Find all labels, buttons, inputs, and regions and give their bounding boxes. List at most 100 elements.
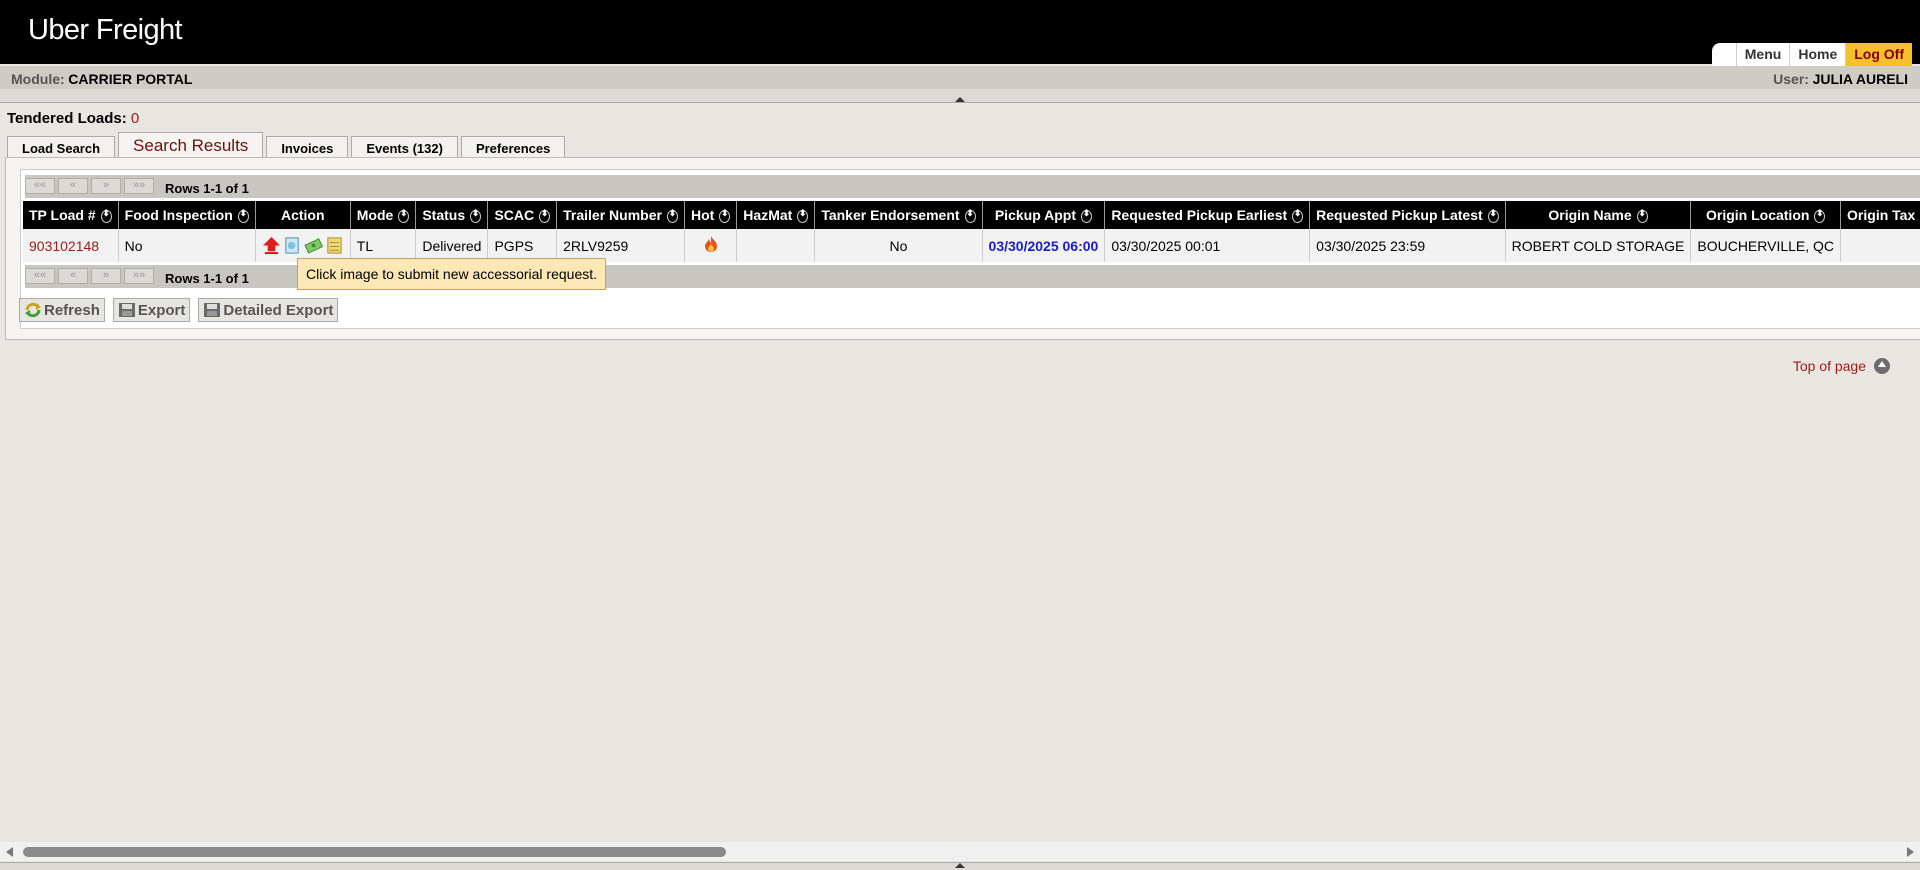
sort-icon[interactable]: ⬍ (539, 208, 551, 223)
module-label: Module: (11, 71, 65, 87)
top-of-page-label[interactable]: Top of page (1793, 358, 1866, 374)
sort-icon[interactable]: ⬍ (797, 208, 809, 223)
tendered-loads: Tendered Loads: 0 (7, 110, 139, 127)
sort-icon[interactable]: ⬍ (237, 208, 249, 223)
sort-icon[interactable]: ⬍ (666, 208, 678, 223)
hazmat-cell (736, 229, 816, 262)
sort-icon[interactable]: ⬍ (398, 208, 410, 223)
user-value: JULIA AURELI (1812, 71, 1908, 87)
top-of-page-link[interactable]: Top of page (1793, 358, 1890, 374)
money-icon[interactable] (304, 236, 323, 255)
export-button[interactable]: Export (112, 298, 191, 322)
sort-icon[interactable]: ⬍ (1081, 208, 1092, 223)
refresh-label: Refresh (44, 301, 100, 319)
accessorial-tooltip: Click image to submit new accessorial re… (297, 258, 607, 290)
table-header-row: TP Load # ⬍ Food Inspection ⬍ Action Mode ⬍… (23, 201, 1920, 229)
col-tp-load[interactable]: TP Load # ⬍ (23, 201, 119, 229)
save-disk-icon (204, 303, 221, 317)
export-label: Export (137, 301, 186, 319)
col-mode[interactable]: Mode ⬍ (350, 201, 417, 229)
req-earliest-cell: 03/30/2025 00:01 (1104, 229, 1311, 262)
collapse-up-icon[interactable] (955, 863, 965, 868)
col-tanker-endorsement[interactable]: Tanker Endorsement ⬍ (814, 201, 983, 229)
tanker-cell: No (814, 229, 983, 262)
col-hazmat[interactable]: HazMat ⬍ (736, 201, 816, 229)
home-link[interactable]: Home (1789, 43, 1845, 66)
first-page-button[interactable]: «« (25, 178, 55, 194)
tendered-count[interactable]: 0 (131, 110, 139, 127)
rows-count: Rows 1-1 of 1 (165, 181, 249, 196)
col-action: Action (255, 201, 351, 229)
pickup-appt-cell[interactable]: 03/30/2025 06:00 (982, 229, 1106, 262)
refresh-button[interactable]: Refresh (19, 298, 105, 322)
req-latest-cell: 03/30/2025 23:59 (1309, 229, 1506, 262)
col-origin-location[interactable]: Origin Location ⬍ (1690, 201, 1842, 229)
col-req-pickup-earliest[interactable]: Requested Pickup Earliest ⬍ (1104, 201, 1311, 229)
tab-events[interactable]: Events (132) (351, 136, 458, 159)
sort-icon[interactable]: ⬍ (719, 208, 731, 223)
col-scac[interactable]: SCAC ⬍ (487, 201, 558, 229)
tab-preferences[interactable]: Preferences (460, 136, 566, 159)
arrow-up-circle-icon[interactable] (1874, 358, 1890, 374)
sort-icon[interactable]: ⬍ (1487, 208, 1499, 223)
module-value: CARRIER PORTAL (68, 71, 193, 87)
next-page-button[interactable]: » (91, 268, 121, 284)
tab-load-search[interactable]: Load Search (7, 136, 116, 159)
hot-cell (684, 229, 738, 262)
sort-icon[interactable]: ⬍ (1292, 208, 1304, 223)
first-page-button[interactable]: «« (25, 268, 55, 284)
rows-count: Rows 1-1 of 1 (165, 271, 249, 286)
scroll-left-icon[interactable] (6, 847, 13, 857)
results-table: TP Load # ⬍ Food Inspection ⬍ Action Mode ⬍… (23, 201, 1920, 262)
origin-name-cell: ROBERT COLD STORAGE (1505, 229, 1692, 262)
top-bar: Uber Freight Menu Home Log Off (0, 0, 1920, 66)
tab-invoices[interactable]: Invoices (266, 136, 349, 159)
sort-icon[interactable]: ⬍ (964, 208, 976, 223)
pager-top: «« « » »» Rows 1-1 of 1 (25, 175, 1920, 198)
refresh-icon (25, 302, 41, 318)
col-trailer-number[interactable]: Trailer Number ⬍ (556, 201, 685, 229)
sort-icon[interactable]: ⬍ (100, 208, 112, 223)
next-page-button[interactable]: » (91, 178, 121, 194)
upload-arrow-icon[interactable] (262, 236, 281, 255)
detailed-export-button[interactable]: Detailed Export (198, 298, 339, 322)
notes-icon[interactable] (325, 236, 344, 255)
col-req-pickup-latest[interactable]: Requested Pickup Latest ⬍ (1309, 201, 1506, 229)
module-info: Module: CARRIER PORTAL (11, 71, 192, 87)
prev-page-button[interactable]: « (58, 178, 88, 194)
scrollbar-thumb[interactable] (23, 847, 726, 857)
horizontal-scrollbar[interactable] (0, 842, 1920, 861)
last-page-button[interactable]: »» (124, 178, 154, 194)
sort-icon[interactable]: ⬍ (1636, 208, 1648, 223)
col-pickup-appt[interactable]: Pickup Appt ⬍ (982, 201, 1106, 229)
tp-load-link[interactable]: 903102148 (23, 229, 119, 262)
col-hot[interactable]: Hot ⬍ (684, 201, 738, 229)
action-buttons: Refresh Export Detailed Export (19, 298, 346, 322)
tendered-label: Tendered Loads: (7, 110, 127, 127)
scroll-right-icon[interactable] (1907, 847, 1914, 857)
log-off-link[interactable]: Log Off (1845, 43, 1912, 66)
menu-link[interactable]: Menu (1735, 43, 1790, 66)
prev-page-button[interactable]: « (58, 268, 88, 284)
origin-location-cell: BOUCHERVILLE, QC (1690, 229, 1842, 262)
col-origin-name[interactable]: Origin Name ⬍ (1505, 201, 1692, 229)
food-inspection-cell: No (118, 229, 256, 262)
module-bar: Module: CARRIER PORTAL User: JULIA AUREL… (0, 66, 1920, 97)
last-page-button[interactable]: »» (124, 268, 154, 284)
sort-icon[interactable]: ⬍ (1814, 208, 1826, 223)
col-status[interactable]: Status ⬍ (415, 201, 489, 229)
flame-icon (704, 236, 717, 252)
collapse-up-icon[interactable] (955, 97, 965, 102)
col-origin-tax[interactable]: Origin Tax I (1840, 201, 1920, 229)
detailed-export-label: Detailed Export (223, 301, 334, 319)
save-disk-icon (118, 303, 135, 317)
top-nav: Menu Home Log Off (1711, 43, 1912, 66)
uber-freight-logo[interactable]: Uber Freight (28, 14, 183, 47)
collapse-splitter[interactable] (0, 97, 1920, 103)
sort-icon[interactable]: ⬍ (470, 208, 482, 223)
user-label: User: (1773, 71, 1809, 87)
user-info: User: JULIA AURELI (1773, 71, 1908, 87)
col-food-inspection[interactable]: Food Inspection ⬍ (118, 201, 256, 229)
document-icon[interactable] (283, 236, 302, 255)
origin-tax-cell (1840, 229, 1920, 262)
